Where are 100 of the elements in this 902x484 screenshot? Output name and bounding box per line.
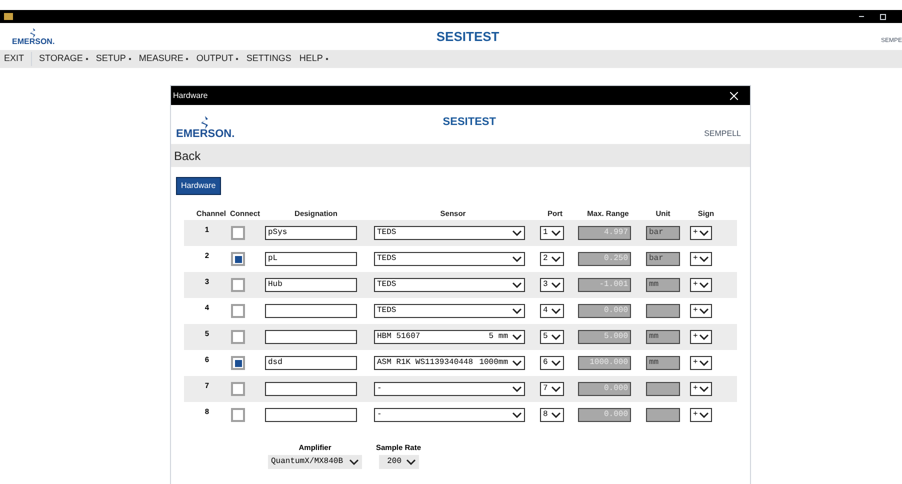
logo-text: EMERSON. [176, 129, 235, 140]
chevron-down-icon [512, 256, 522, 262]
sensor-dropdown[interactable]: TEDS [374, 304, 525, 318]
connect-checkbox[interactable] [231, 408, 245, 422]
port-dropdown[interactable]: 7 [540, 382, 564, 396]
sensor-dropdown[interactable]: - [374, 382, 525, 396]
connect-checkbox[interactable] [231, 278, 245, 292]
unit-field: bar [646, 252, 680, 266]
sign-dropdown[interactable]: + [690, 304, 712, 318]
connect-checkbox[interactable] [231, 252, 245, 266]
amplifier-dropdown[interactable]: QuantumX/MX840B [268, 455, 362, 470]
max-range-field: 0.250 [578, 252, 631, 266]
port-dropdown[interactable]: 2 [540, 252, 564, 266]
sign-dropdown[interactable]: + [690, 382, 712, 396]
logo-icon [29, 28, 38, 38]
max-range-field: -1.001 [578, 278, 631, 292]
chevron-down-icon [699, 360, 709, 366]
max-range-field: 0.000 [578, 408, 631, 422]
chevron-down-icon [551, 386, 561, 392]
chevron-down-icon [699, 386, 709, 392]
app-icon [4, 13, 13, 20]
port-dropdown[interactable]: 5 [540, 330, 564, 344]
connect-checkbox[interactable] [231, 304, 245, 318]
sign-dropdown[interactable]: + [690, 330, 712, 344]
port-dropdown[interactable]: 4 [540, 304, 564, 318]
sensor-dropdown[interactable]: - [374, 408, 525, 422]
chevron-down-icon [512, 412, 522, 418]
port-dropdown[interactable]: 6 [540, 356, 564, 370]
sign-dropdown[interactable]: + [690, 408, 712, 422]
sign-dropdown[interactable]: + [690, 226, 712, 240]
hardware-tab[interactable]: Hardware [176, 177, 221, 195]
designation-field[interactable] [265, 330, 357, 344]
dialog-header-title: SESITEST [442, 115, 497, 130]
max-range-field: 1000.000 [578, 356, 631, 370]
designation-field[interactable]: Hub [265, 278, 357, 292]
chevron-down-icon [512, 360, 522, 366]
chevron-down-icon [551, 282, 561, 288]
sensor-dropdown[interactable]: TEDS [374, 226, 525, 240]
chevron-down-icon [551, 230, 561, 236]
unit-field: mm [646, 278, 680, 292]
dialog-title: Hardware [173, 90, 209, 102]
unit-field [646, 304, 680, 318]
port-dropdown[interactable]: 8 [540, 408, 564, 422]
menu-item[interactable]: MEASURE [134, 52, 192, 66]
chevron-down-icon [512, 230, 522, 236]
back-bar[interactable]: Back [171, 144, 750, 167]
max-range-field: 0.000 [578, 304, 631, 318]
menu-item[interactable]: SETTINGS [242, 52, 296, 66]
connect-checkbox[interactable] [231, 356, 245, 370]
menu-item[interactable]: HELP [295, 52, 332, 66]
back-link[interactable]: Back [174, 146, 201, 164]
chevron-down-icon [512, 308, 522, 314]
sensor-dropdown[interactable]: ASM R1K WS1139340448 1000mm [374, 356, 525, 370]
unit-field: mm [646, 356, 680, 370]
chevron-down-icon [349, 459, 359, 466]
chevron-down-icon [699, 282, 709, 288]
chevron-down-icon [551, 334, 561, 340]
sign-dropdown[interactable]: + [690, 278, 712, 292]
designation-field[interactable] [265, 382, 357, 396]
connect-checkbox[interactable] [231, 382, 245, 396]
sensor-dropdown[interactable]: HBM 51607 5 mm [374, 330, 525, 344]
port-dropdown[interactable]: 3 [540, 278, 564, 292]
designation-field[interactable]: pL [265, 252, 357, 266]
unit-field [646, 382, 680, 396]
unit-field: mm [646, 330, 680, 344]
connect-checkbox[interactable] [231, 330, 245, 344]
sample-rate-dropdown[interactable]: 200 [378, 455, 419, 470]
chevron-down-icon [512, 282, 522, 288]
close-button[interactable] [728, 90, 740, 102]
chevron-down-icon [551, 308, 561, 314]
designation-field[interactable]: pSys [265, 226, 357, 240]
sensor-dropdown[interactable]: TEDS [374, 278, 525, 292]
unit-field: bar [646, 226, 680, 240]
unit-field [646, 408, 680, 422]
designation-field[interactable] [265, 408, 357, 422]
designation-field[interactable]: dsd [265, 356, 357, 370]
sign-dropdown[interactable]: + [690, 252, 712, 266]
chevron-down-icon [699, 308, 709, 314]
chevron-down-icon [699, 334, 709, 340]
menu-item[interactable]: OUTPUT [192, 52, 242, 66]
chevron-down-icon [512, 386, 522, 392]
designation-field[interactable] [265, 304, 357, 318]
chevron-down-icon [512, 334, 522, 340]
menu-item[interactable]: EXIT [0, 52, 28, 66]
max-range-field: 0.000 [578, 382, 631, 396]
chevron-down-icon [406, 459, 416, 466]
chevron-down-icon [699, 412, 709, 418]
connect-checkbox[interactable] [231, 226, 245, 240]
sensor-dropdown[interactable]: TEDS [374, 252, 525, 266]
menu-item[interactable]: STORAGE [35, 52, 92, 66]
port-dropdown[interactable]: 1 [540, 226, 564, 240]
logo-text: EMERSON. [12, 38, 55, 46]
menu-item[interactable]: SETUP [92, 52, 135, 66]
chevron-down-icon [551, 412, 561, 418]
chevron-down-icon [551, 360, 561, 366]
sign-dropdown[interactable]: + [690, 356, 712, 370]
maximize-icon[interactable] [880, 14, 886, 20]
max-range-field: 4.997 [578, 226, 631, 240]
brand-text: SEMPELL [704, 128, 741, 140]
app-title: SESITEST [435, 28, 500, 46]
